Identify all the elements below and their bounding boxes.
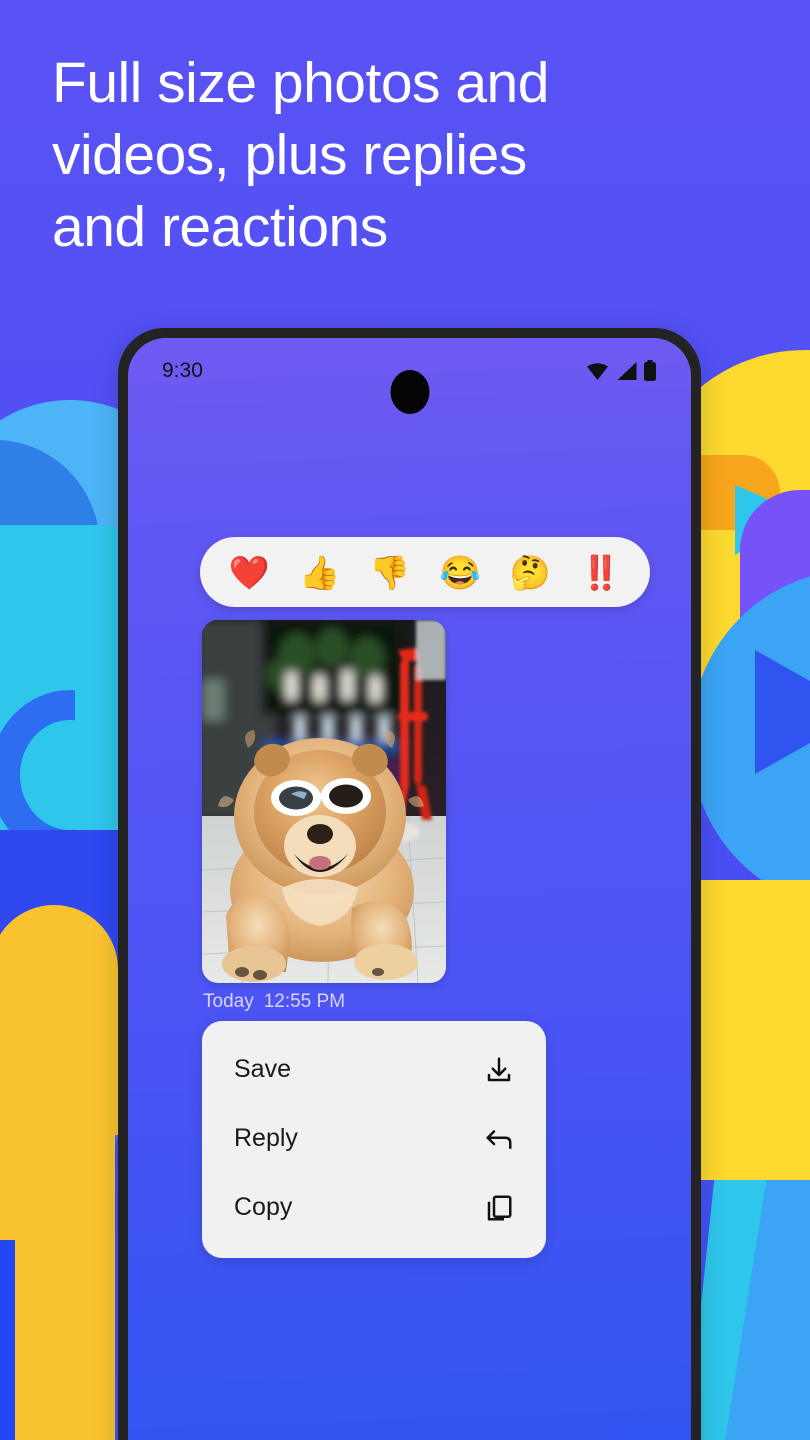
message-photo-attachment[interactable] xyxy=(202,620,446,983)
bg-shape-yellow-lower xyxy=(690,880,810,1180)
bg-shape-yellow-thumb-tip xyxy=(0,905,118,1135)
message-timestamp: Today 12:55 PM xyxy=(203,991,345,1013)
reaction-bar[interactable]: ❤️ 👍 👎 😂 🤔 ‼️ xyxy=(200,537,650,607)
phone-mockup: 9:30 ❤️ 👍 👎 😂 🤔 ‼️ Today 12:55 PM Save R… xyxy=(118,328,701,1440)
thumbs-up-reaction[interactable]: 👍 xyxy=(299,556,340,589)
message-context-menu[interactable]: Save Reply Copy xyxy=(202,1021,546,1258)
context-menu-item-reply[interactable]: Reply xyxy=(202,1104,546,1173)
bg-shape-purple-bubble xyxy=(740,490,810,690)
bg-shape-cyan-triangle xyxy=(735,485,805,555)
heart-reaction[interactable]: ❤️ xyxy=(229,556,270,589)
thinking-reaction[interactable]: 🤔 xyxy=(510,556,551,589)
exclamation-reaction[interactable]: ‼️ xyxy=(580,556,621,589)
chow-chow-dog-photo xyxy=(202,620,446,983)
joy-reaction[interactable]: 😂 xyxy=(440,556,481,589)
wifi-icon xyxy=(587,363,608,380)
bg-shape-blue-circle xyxy=(0,440,100,655)
timestamp-time: 12:55 PM xyxy=(263,991,346,1012)
bg-shape-play-triangle xyxy=(755,650,810,774)
cellular-signal-icon xyxy=(617,362,637,380)
promo-screenshot: Full size photos and videos, plus replie… xyxy=(0,0,810,1440)
reply-label: Reply xyxy=(234,1124,298,1152)
front-camera-punch-hole xyxy=(390,370,429,414)
bg-shape-blue-play-circle xyxy=(690,570,810,910)
phone-screen: 9:30 ❤️ 👍 👎 😂 🤔 ‼️ Today 12:55 PM Save R… xyxy=(128,338,691,1440)
context-menu-item-save[interactable]: Save xyxy=(202,1035,546,1104)
thumbs-down-reaction[interactable]: 👎 xyxy=(369,556,410,589)
timestamp-date: Today xyxy=(203,991,254,1012)
bg-shape-blue-stripe xyxy=(723,1180,810,1440)
context-menu-item-copy[interactable]: Copy xyxy=(202,1173,546,1242)
bg-shape-blue-arc xyxy=(0,960,130,1210)
bg-shape-yellow-thumb-knuckle xyxy=(0,1000,40,1150)
download-icon xyxy=(487,1057,511,1081)
copy-icon xyxy=(487,1195,512,1220)
status-bar-icons xyxy=(585,360,657,382)
page-title: Full size photos and videos, plus replie… xyxy=(52,51,549,259)
copy-label: Copy xyxy=(234,1193,293,1221)
bg-shape-yellow-thumb-body xyxy=(0,1020,115,1440)
status-bar-time: 9:30 xyxy=(162,359,203,382)
bg-shape-bottom-blue xyxy=(0,1240,15,1440)
battery-icon xyxy=(644,360,656,381)
save-label: Save xyxy=(234,1055,291,1083)
reply-arrow-icon xyxy=(486,1129,512,1149)
